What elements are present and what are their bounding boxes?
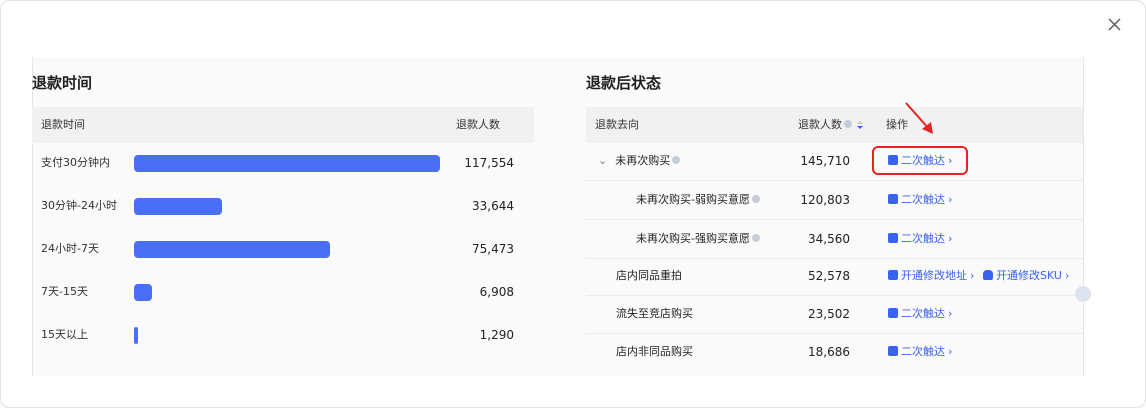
row-name-text: 未再次购买 <box>615 154 671 167</box>
row-value: 117,554 <box>464 156 514 170</box>
chevron-down-icon[interactable]: ⌄ <box>598 154 607 167</box>
row-value: 120,803 <box>800 193 850 207</box>
row-name: 流失至竞店购买 <box>616 307 693 320</box>
refund-time-table-header: 退款时间 退款人数 <box>32 107 534 143</box>
info-icon[interactable] <box>751 234 760 242</box>
row-label: 24小时-7天 <box>41 242 99 255</box>
bar <box>134 241 330 258</box>
col-refund-time: 退款时间 <box>41 118 85 131</box>
row-value: 33,644 <box>472 199 514 213</box>
row-value: 145,710 <box>800 154 850 168</box>
col-refund-count-label: 退款人数 <box>798 118 842 131</box>
row-name[interactable]: ⌄ 未再次购买 <box>598 142 681 180</box>
bar <box>134 327 138 344</box>
highlight-box <box>872 146 968 175</box>
sort-icon[interactable] <box>856 119 864 131</box>
info-icon[interactable] <box>751 195 760 203</box>
col-refund-destination: 退款去向 <box>595 118 639 131</box>
row-name-text: 未再次购买-弱购买意愿 <box>636 193 750 206</box>
close-button[interactable] <box>1104 14 1126 36</box>
row-name: 店内非同品购买 <box>616 345 693 358</box>
action-label: 二次触达 <box>901 345 945 358</box>
table-row: ⌄ 未再次购买 145,710 二次触达 › <box>586 142 1083 181</box>
row-label: 30分钟-24小时 <box>41 199 117 212</box>
row-name: 未再次购买-强购买意愿 <box>636 220 760 258</box>
table-row: 7天-15天 6,908 <box>32 271 534 313</box>
table-row: 店内非同品购买 18,686 二次触达 › <box>586 333 1083 371</box>
table-row: 未再次购买-弱购买意愿 120,803 二次触达 › <box>586 181 1083 220</box>
row-value: 18,686 <box>808 345 850 359</box>
scroll-handle[interactable] <box>1075 286 1091 302</box>
action-label: 开通修改SKU <box>996 269 1062 282</box>
row-value: 75,473 <box>472 242 514 256</box>
row-value: 1,290 <box>479 328 514 342</box>
edit-address-icon <box>888 270 898 280</box>
refund-status-title: 退款后状态 <box>586 74 662 92</box>
row-name-text: 未再次购买-强购买意愿 <box>636 232 750 245</box>
refund-status-table-header: 退款去向 退款人数 操作 <box>586 107 1083 143</box>
table-row: 30分钟-24小时 33,644 <box>32 185 534 227</box>
row-label: 7天-15天 <box>41 285 88 298</box>
chevron-right-icon: › <box>948 345 953 358</box>
chevron-right-icon: › <box>948 307 953 320</box>
table-row: 支付30分钟内 117,554 <box>32 142 534 184</box>
second-touch-link[interactable]: 二次触达 › <box>888 181 952 219</box>
row-value: 6,908 <box>479 285 514 299</box>
annotation-arrow-icon <box>905 102 933 134</box>
second-touch-link[interactable]: 二次触达 › <box>888 333 952 371</box>
action-label: 二次触达 <box>901 307 945 320</box>
second-touch-link[interactable]: 二次触达 › <box>888 220 952 258</box>
info-icon[interactable] <box>672 156 681 164</box>
message-icon <box>888 194 898 204</box>
message-icon <box>888 308 898 318</box>
row-value: 52,578 <box>808 269 850 283</box>
enable-change-address-link[interactable]: 开通修改地址 › <box>888 257 974 295</box>
table-row: 店内同品重拍 52,578 开通修改地址 › 开通修改SKU › <box>586 257 1083 296</box>
second-touch-link[interactable]: 二次触达 › <box>888 295 952 333</box>
col-refund-count[interactable]: 退款人数 <box>798 107 864 143</box>
table-row: 流失至竞店购买 23,502 二次触达 › <box>586 295 1083 334</box>
enable-change-sku-link[interactable]: 开通修改SKU › <box>983 257 1069 295</box>
row-label: 15天以上 <box>41 328 88 341</box>
bar <box>134 198 222 215</box>
row-name: 未再次购买-弱购买意愿 <box>636 181 760 219</box>
info-icon[interactable] <box>844 120 852 128</box>
action-label: 二次触达 <box>901 193 945 206</box>
row-value: 34,560 <box>808 232 850 246</box>
row-name: 店内同品重拍 <box>616 269 682 282</box>
chevron-right-icon: › <box>1064 269 1070 282</box>
table-row: 未再次购买-强购买意愿 34,560 二次触达 › <box>586 220 1083 259</box>
message-icon <box>888 346 898 356</box>
table-row: 15天以上 1,290 <box>32 314 534 356</box>
row-value: 23,502 <box>808 307 850 321</box>
close-icon <box>1108 18 1121 31</box>
row-label: 支付30分钟内 <box>41 156 110 169</box>
chevron-right-icon: › <box>948 232 953 245</box>
chevron-right-icon: › <box>948 193 953 206</box>
action-label: 开通修改地址 <box>901 269 967 282</box>
sku-icon <box>983 270 993 280</box>
chevron-right-icon: › <box>970 269 975 282</box>
action-label: 二次触达 <box>901 232 945 245</box>
bar <box>134 284 152 301</box>
bar <box>134 155 440 172</box>
refund-time-title: 退款时间 <box>32 74 93 92</box>
message-icon <box>888 233 898 243</box>
col-refund-count: 退款人数 <box>456 118 500 131</box>
table-row: 24小时-7天 75,473 <box>32 228 534 270</box>
